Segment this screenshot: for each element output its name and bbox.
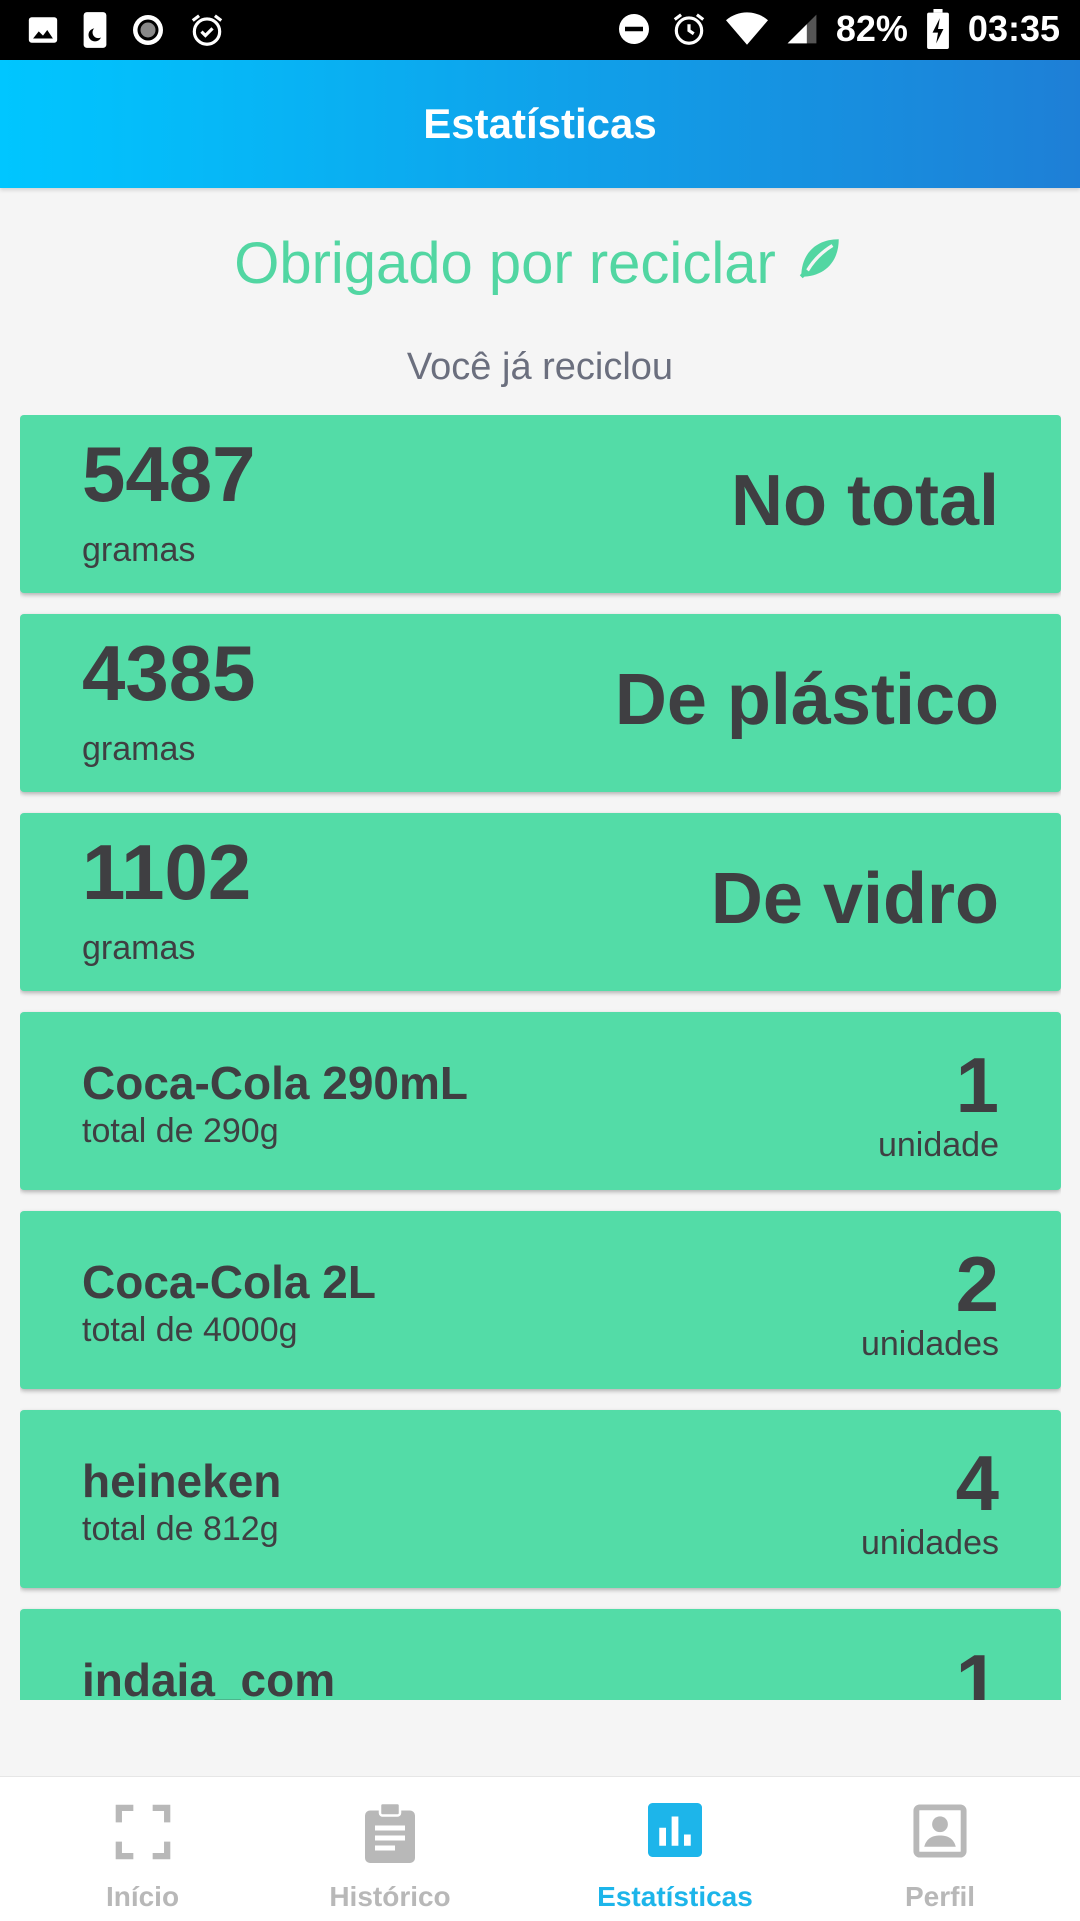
phone-moon-icon (82, 10, 108, 50)
nav-item-perfil[interactable]: Perfil (840, 1777, 1040, 1921)
nav-item-historico[interactable]: Histórico (285, 1777, 495, 1921)
nav-label: Perfil (904, 1881, 976, 1912)
product-name: indaia_com (82, 1654, 336, 1700)
battery-charging-icon (926, 9, 950, 49)
leaf-icon (794, 230, 846, 297)
product-total: total de 290g (82, 1112, 279, 1150)
product-quantity-unit: unidades (860, 1524, 999, 1562)
product-quantity: 4 (955, 1439, 999, 1527)
clipboard-icon (362, 1801, 418, 1868)
summary-label: No total (731, 461, 999, 541)
bar-chart-icon (648, 1803, 702, 1862)
alarm-icon (670, 10, 708, 48)
summary-value: 1102 (82, 828, 252, 916)
dnd-icon (616, 11, 652, 47)
bottom-navigation: Início Histórico Estatísticas Perfil (0, 1776, 1080, 1921)
summary-label: De plástico (614, 660, 999, 740)
thanks-heading: Obrigado por reciclar (0, 230, 1080, 297)
signal-icon (786, 12, 818, 46)
subtitle: Você já reciclou (406, 346, 674, 388)
page-title: Estatísticas (423, 100, 657, 147)
nav-label: Estatísticas (597, 1881, 753, 1912)
thanks-text: Obrigado por reciclar (234, 231, 776, 296)
summary-card-total: 5487 gramas No total (20, 415, 1061, 593)
nav-item-estatisticas[interactable]: Estatísticas (575, 1777, 775, 1921)
product-name: Coca-Cola 290mL (82, 1057, 469, 1109)
product-card: Coca-Cola 2L total de 4000g 2 unidades (20, 1211, 1061, 1389)
summary-card-plastic: 4385 gramas De plástico (20, 614, 1061, 792)
product-quantity: 2 (955, 1240, 999, 1328)
alarm-check-icon (188, 11, 226, 49)
product-card: indaia_com 1 (20, 1609, 1061, 1700)
product-name: heineken (82, 1455, 282, 1507)
product-quantity: 1 (955, 1638, 999, 1700)
image-icon (26, 13, 60, 47)
summary-value: 5487 (82, 430, 256, 518)
stats-list[interactable]: 5487 gramas No total 4385 gramas De plás… (20, 415, 1061, 1700)
wifi-icon (725, 11, 768, 47)
summary-value: 4385 (82, 629, 256, 717)
product-card: Coca-Cola 290mL total de 290g 1 unidade (20, 1012, 1061, 1190)
product-name: Coca-Cola 2L (82, 1256, 376, 1308)
app-bar: Estatísticas (0, 60, 1080, 188)
product-quantity-unit: unidade (877, 1126, 999, 1164)
summary-label: De vidro (710, 859, 999, 939)
nav-label: Início (105, 1881, 180, 1912)
profile-icon (913, 1803, 967, 1864)
product-quantity-unit: unidades (860, 1325, 999, 1363)
battery-percent: 82% (835, 8, 908, 49)
summary-unit: gramas (82, 730, 196, 768)
status-bar: 82% 03:35 (0, 0, 1080, 60)
product-total: total de 4000g (82, 1311, 298, 1349)
product-total: total de 812g (82, 1510, 279, 1548)
nav-item-inicio[interactable]: Início (40, 1777, 245, 1921)
summary-unit: gramas (82, 531, 196, 569)
product-card: heineken total de 812g 4 unidades (20, 1410, 1061, 1588)
scan-icon (114, 1803, 172, 1866)
clock: 03:35 (967, 8, 1060, 49)
summary-unit: gramas (82, 929, 196, 967)
summary-card-glass: 1102 gramas De vidro (20, 813, 1061, 991)
nav-label: Histórico (329, 1881, 451, 1912)
record-icon (130, 12, 166, 48)
product-quantity: 1 (955, 1041, 999, 1129)
